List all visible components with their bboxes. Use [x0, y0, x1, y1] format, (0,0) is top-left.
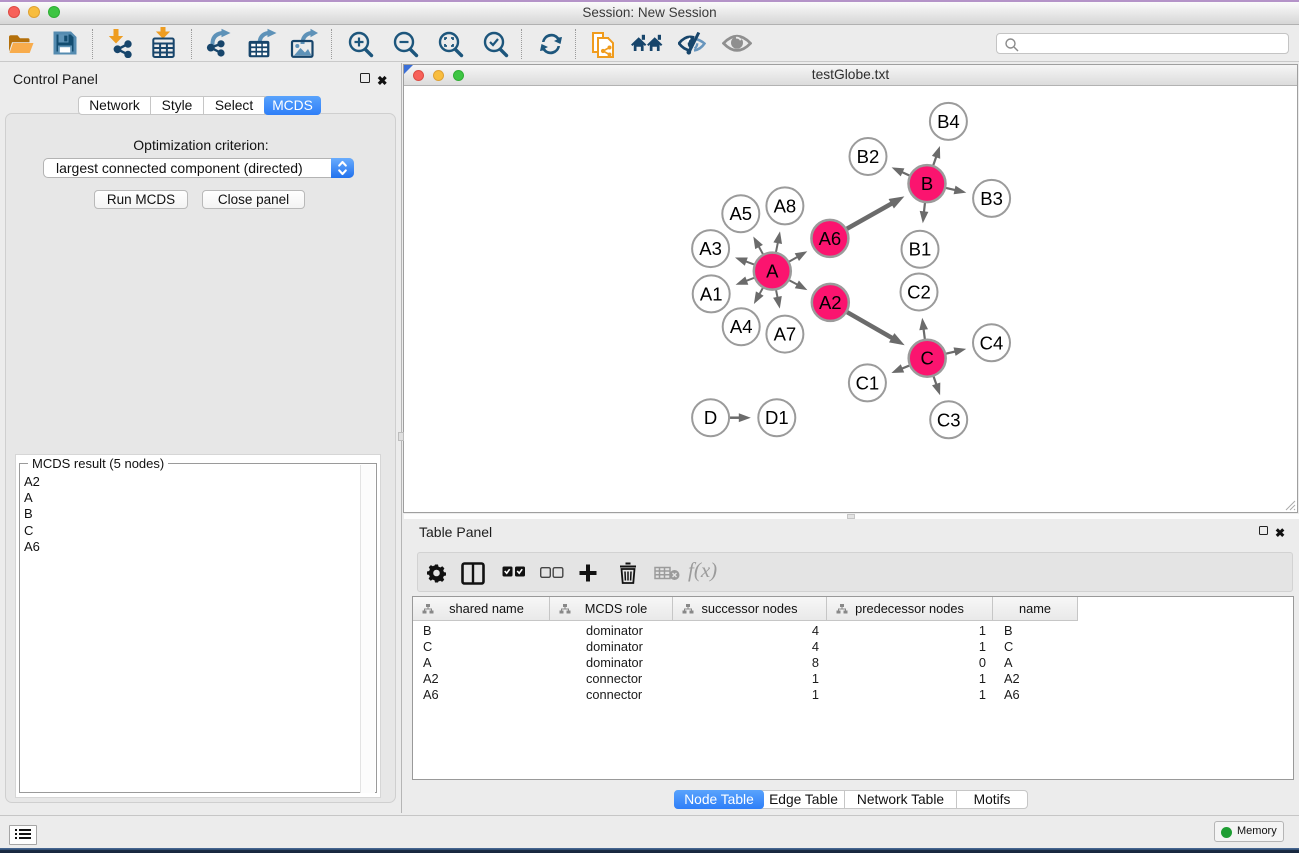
- svg-text:C2: C2: [907, 282, 931, 303]
- svg-text:B4: B4: [937, 111, 960, 132]
- svg-text:D: D: [704, 407, 717, 428]
- svg-text:A3: A3: [699, 238, 722, 259]
- svg-text:A6: A6: [819, 228, 842, 249]
- svg-text:B1: B1: [909, 239, 932, 260]
- svg-text:D1: D1: [765, 407, 789, 428]
- svg-text:A5: A5: [729, 203, 752, 224]
- svg-text:A: A: [766, 261, 779, 282]
- svg-text:C4: C4: [980, 332, 1004, 353]
- svg-text:A4: A4: [730, 316, 753, 337]
- svg-text:B: B: [921, 173, 933, 194]
- svg-text:A8: A8: [774, 195, 797, 216]
- svg-text:A7: A7: [774, 324, 797, 345]
- svg-text:B3: B3: [980, 188, 1003, 209]
- svg-text:C1: C1: [856, 372, 880, 393]
- svg-text:B2: B2: [857, 146, 880, 167]
- svg-text:C: C: [921, 348, 934, 369]
- svg-text:A2: A2: [819, 292, 842, 313]
- svg-text:C3: C3: [937, 409, 961, 430]
- svg-text:A1: A1: [700, 283, 723, 304]
